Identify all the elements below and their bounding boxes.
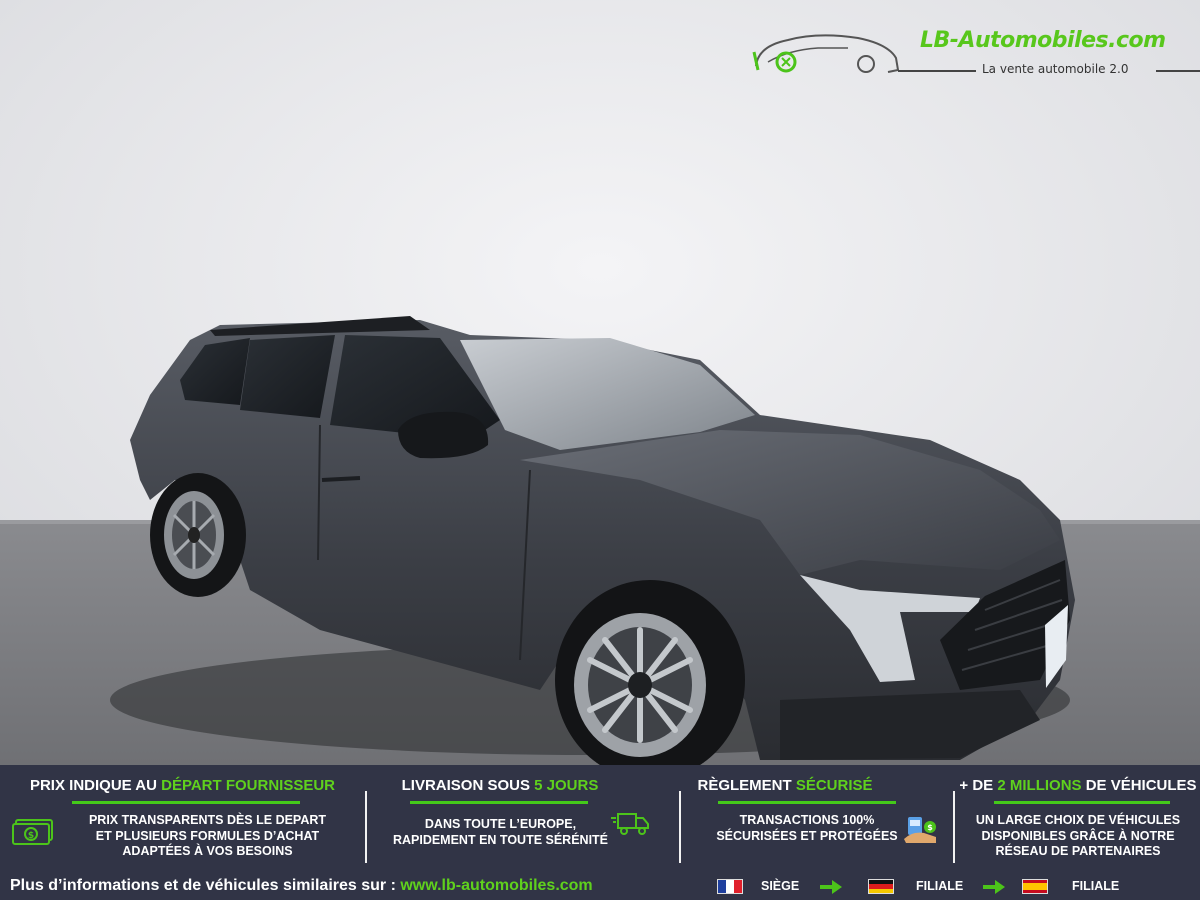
arrow-right-icon bbox=[820, 880, 842, 894]
car-photo: LB-Automobiles.com La vente automobile 2… bbox=[0, 0, 1200, 765]
column-separator bbox=[953, 791, 955, 863]
svg-text:$: $ bbox=[28, 831, 34, 841]
banner-column-payment: RÈGLEMENT SÉCURISÉ TRANSACTIONS 100% SÉC… bbox=[682, 765, 952, 871]
spain-flag-icon bbox=[1022, 879, 1048, 894]
logo-divider bbox=[1156, 70, 1200, 72]
info-banner: PRIX INDIQUE AU DÉPART FOURNISSEUR $ PRI… bbox=[0, 765, 1200, 900]
location-label: FILIALE bbox=[916, 879, 964, 893]
title-underline bbox=[718, 801, 896, 804]
rear-wheel bbox=[150, 473, 246, 597]
banner-footer: Plus d’informations et de véhicules simi… bbox=[0, 875, 1200, 900]
column-title: PRIX INDIQUE AU DÉPART FOURNISSEUR bbox=[29, 777, 336, 794]
france-flag-icon bbox=[717, 879, 743, 894]
website-link[interactable]: www.lb-automobiles.com bbox=[400, 877, 592, 894]
money-icon: $ bbox=[12, 818, 56, 851]
column-description: TRANSACTIONS 100% SÉCURISÉES ET PROTÉGÉE… bbox=[716, 813, 898, 843]
car-logo-icon bbox=[752, 34, 900, 73]
column-separator bbox=[679, 791, 681, 863]
column-title: LIVRAISON SOUS 5 JOURS bbox=[401, 777, 599, 794]
arrow-right-icon bbox=[983, 880, 1005, 894]
column-description: DANS TOUTE L’EUROPE, RAPIDEMENT EN TOUTE… bbox=[392, 817, 609, 847]
column-separator bbox=[365, 791, 367, 863]
column-description: UN LARGE CHOIX DE VÉHICULES DISPONIBLES … bbox=[975, 813, 1181, 858]
delivery-truck-icon bbox=[610, 811, 650, 842]
svg-text:$: $ bbox=[927, 823, 933, 832]
title-underline bbox=[410, 801, 588, 804]
column-description: PRIX TRANSPARENTS DÈS LE DEPART ET PLUSI… bbox=[88, 813, 327, 858]
title-underline bbox=[994, 801, 1170, 804]
logo-divider bbox=[898, 70, 976, 72]
car-photo-illustration bbox=[0, 0, 1200, 765]
secure-payment-icon: $ bbox=[902, 813, 940, 850]
logo-name: LB-Automobiles.com bbox=[920, 28, 1166, 53]
title-underline bbox=[72, 801, 300, 804]
column-title: RÈGLEMENT SÉCURISÉ bbox=[697, 777, 873, 794]
location-label: FILIALE bbox=[1072, 879, 1120, 893]
banner-column-vehicles: + DE 2 MILLIONS DE VÉHICULES UN LARGE CH… bbox=[956, 765, 1200, 871]
banner-column-price: PRIX INDIQUE AU DÉPART FOURNISSEUR $ PRI… bbox=[0, 765, 365, 871]
brand-logo: LB-Automobiles.com La vente automobile 2… bbox=[748, 22, 1200, 82]
banner-column-delivery: LIVRAISON SOUS 5 JOURS DANS TOUTE L’EURO… bbox=[368, 765, 678, 871]
column-title: + DE 2 MILLIONS DE VÉHICULES bbox=[959, 777, 1197, 794]
logo-tagline: La vente automobile 2.0 bbox=[982, 62, 1129, 76]
location-label: SIÈGE bbox=[761, 879, 800, 893]
more-info-text: Plus d’informations et de véhicules simi… bbox=[10, 877, 593, 894]
germany-flag-icon bbox=[868, 879, 894, 894]
